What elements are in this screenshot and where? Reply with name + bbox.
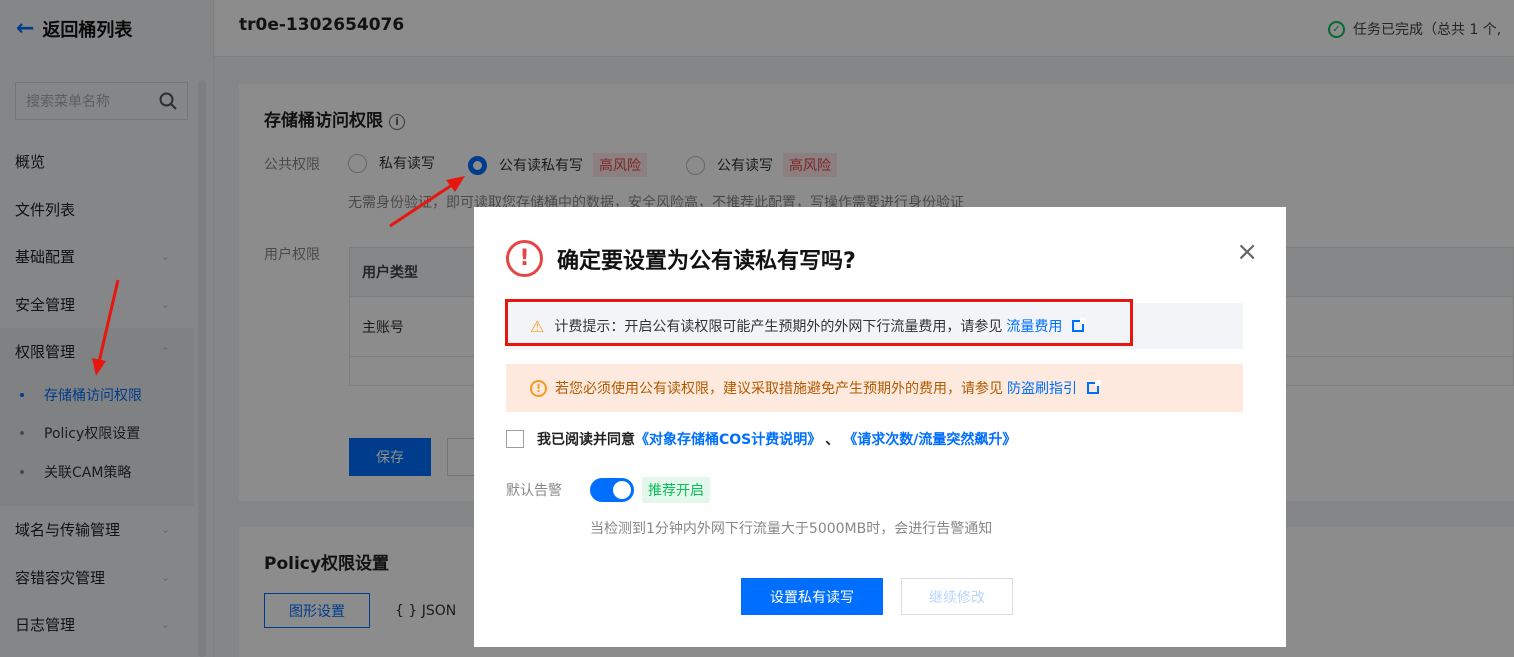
traffic-spike-link[interactable]: 《请求次数/流量突然飙升》 [843, 429, 1016, 449]
exclamation-circle-icon: ! [506, 240, 543, 277]
agree-separator: 、 [825, 432, 840, 448]
alarm-label: 默认告警 [506, 483, 562, 499]
recommend-badge: 推荐开启 [642, 477, 710, 503]
security-notice-text: 若您必须使用公有读权限，建议采取措施避免产生预期外的费用，请参见 [555, 381, 1003, 397]
close-icon[interactable]: × [1236, 239, 1258, 265]
external-link-icon[interactable] [1087, 380, 1101, 394]
continue-edit-button[interactable]: 继续修改 [901, 578, 1013, 615]
confirm-dialog: ! 确定要设置为公有读私有写吗? × ⚠ 计费提示：开启公有读权限可能产生预期外… [474, 207, 1286, 647]
exclamation-circle-icon: ! [530, 379, 547, 397]
dialog-title: ! 确定要设置为公有读私有写吗? [506, 240, 856, 277]
agreement-row: 我已阅读并同意 《对象存储桶COS计费说明》 、 《请求次数/流量突然飙升》 [506, 429, 1016, 449]
security-notice: ! 若您必须使用公有读权限，建议采取措施避免产生预期外的费用，请参见 防盗刷指引 [506, 364, 1243, 412]
default-alarm-row: 默认告警 推荐开启 [506, 477, 710, 503]
alarm-hint: 当检测到1分钟内外网下行流量大于5000MB时，会进行告警通知 [590, 521, 993, 537]
agree-text: 我已阅读并同意 [537, 432, 635, 448]
billing-doc-link[interactable]: 《对象存储桶COS计费说明》 [635, 429, 821, 449]
agree-checkbox[interactable] [506, 430, 524, 448]
set-private-button[interactable]: 设置私有读写 [741, 578, 883, 615]
anti-abuse-guide-link[interactable]: 防盗刷指引 [1007, 378, 1077, 398]
annotation-highlight-box [505, 299, 1133, 346]
alarm-toggle[interactable] [590, 478, 634, 502]
dialog-title-text: 确定要设置为公有读私有写吗? [557, 248, 856, 274]
